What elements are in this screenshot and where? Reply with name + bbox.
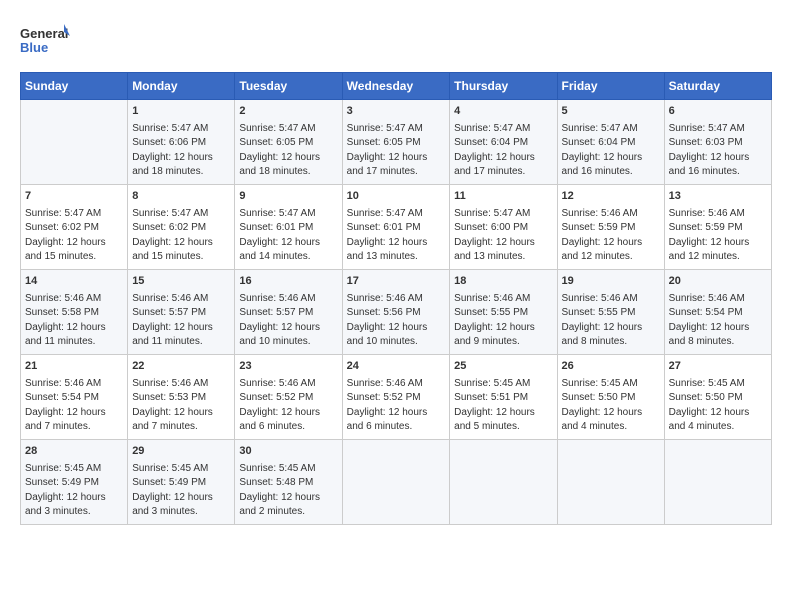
calendar-cell: 24Sunrise: 5:46 AMSunset: 5:52 PMDayligh…	[342, 354, 450, 439]
weekday-header-friday: Friday	[557, 73, 664, 100]
day-number: 11	[454, 189, 552, 205]
calendar-cell: 22Sunrise: 5:46 AMSunset: 5:53 PMDayligh…	[128, 354, 235, 439]
logo-svg: General Blue	[20, 20, 70, 62]
logo: General Blue	[20, 20, 70, 62]
calendar-cell: 14Sunrise: 5:46 AMSunset: 5:58 PMDayligh…	[21, 269, 128, 354]
day-number: 13	[669, 189, 767, 205]
day-number: 20	[669, 274, 767, 290]
weekday-header-thursday: Thursday	[450, 73, 557, 100]
day-number: 7	[25, 189, 123, 205]
day-number: 24	[347, 359, 446, 375]
calendar-cell: 9Sunrise: 5:47 AMSunset: 6:01 PMDaylight…	[235, 184, 342, 269]
day-number: 29	[132, 444, 230, 460]
day-number: 21	[25, 359, 123, 375]
calendar-cell: 28Sunrise: 5:45 AMSunset: 5:49 PMDayligh…	[21, 439, 128, 524]
calendar-cell: 30Sunrise: 5:45 AMSunset: 5:48 PMDayligh…	[235, 439, 342, 524]
svg-text:General: General	[20, 26, 68, 41]
calendar-cell	[342, 439, 450, 524]
day-number: 23	[239, 359, 337, 375]
weekday-header-tuesday: Tuesday	[235, 73, 342, 100]
calendar-cell: 18Sunrise: 5:46 AMSunset: 5:55 PMDayligh…	[450, 269, 557, 354]
calendar-cell: 15Sunrise: 5:46 AMSunset: 5:57 PMDayligh…	[128, 269, 235, 354]
day-number: 15	[132, 274, 230, 290]
calendar-cell	[450, 439, 557, 524]
day-number: 18	[454, 274, 552, 290]
calendar-cell: 16Sunrise: 5:46 AMSunset: 5:57 PMDayligh…	[235, 269, 342, 354]
day-number: 25	[454, 359, 552, 375]
calendar-cell: 20Sunrise: 5:46 AMSunset: 5:54 PMDayligh…	[664, 269, 771, 354]
weekday-header-wednesday: Wednesday	[342, 73, 450, 100]
calendar-cell: 21Sunrise: 5:46 AMSunset: 5:54 PMDayligh…	[21, 354, 128, 439]
calendar-cell: 13Sunrise: 5:46 AMSunset: 5:59 PMDayligh…	[664, 184, 771, 269]
day-number: 27	[669, 359, 767, 375]
calendar-cell: 5Sunrise: 5:47 AMSunset: 6:04 PMDaylight…	[557, 100, 664, 185]
day-number: 5	[562, 104, 660, 120]
calendar-cell: 26Sunrise: 5:45 AMSunset: 5:50 PMDayligh…	[557, 354, 664, 439]
day-number: 10	[347, 189, 446, 205]
day-number: 17	[347, 274, 446, 290]
calendar-cell: 29Sunrise: 5:45 AMSunset: 5:49 PMDayligh…	[128, 439, 235, 524]
day-number: 12	[562, 189, 660, 205]
day-number: 14	[25, 274, 123, 290]
calendar-cell	[664, 439, 771, 524]
day-number: 30	[239, 444, 337, 460]
calendar-cell: 8Sunrise: 5:47 AMSunset: 6:02 PMDaylight…	[128, 184, 235, 269]
page-header: General Blue	[20, 20, 772, 62]
calendar-cell: 7Sunrise: 5:47 AMSunset: 6:02 PMDaylight…	[21, 184, 128, 269]
calendar-cell: 19Sunrise: 5:46 AMSunset: 5:55 PMDayligh…	[557, 269, 664, 354]
calendar-cell: 1Sunrise: 5:47 AMSunset: 6:06 PMDaylight…	[128, 100, 235, 185]
day-number: 1	[132, 104, 230, 120]
calendar-cell: 3Sunrise: 5:47 AMSunset: 6:05 PMDaylight…	[342, 100, 450, 185]
calendar-cell: 25Sunrise: 5:45 AMSunset: 5:51 PMDayligh…	[450, 354, 557, 439]
svg-text:Blue: Blue	[20, 40, 48, 55]
day-number: 8	[132, 189, 230, 205]
day-number: 9	[239, 189, 337, 205]
calendar-cell: 10Sunrise: 5:47 AMSunset: 6:01 PMDayligh…	[342, 184, 450, 269]
weekday-header-sunday: Sunday	[21, 73, 128, 100]
day-number: 6	[669, 104, 767, 120]
calendar-cell: 2Sunrise: 5:47 AMSunset: 6:05 PMDaylight…	[235, 100, 342, 185]
day-number: 28	[25, 444, 123, 460]
calendar-cell: 17Sunrise: 5:46 AMSunset: 5:56 PMDayligh…	[342, 269, 450, 354]
calendar-cell	[21, 100, 128, 185]
day-number: 4	[454, 104, 552, 120]
day-number: 3	[347, 104, 446, 120]
day-number: 16	[239, 274, 337, 290]
calendar-cell: 11Sunrise: 5:47 AMSunset: 6:00 PMDayligh…	[450, 184, 557, 269]
weekday-header-monday: Monday	[128, 73, 235, 100]
calendar-table: SundayMondayTuesdayWednesdayThursdayFrid…	[20, 72, 772, 525]
weekday-header-saturday: Saturday	[664, 73, 771, 100]
day-number: 22	[132, 359, 230, 375]
day-number: 2	[239, 104, 337, 120]
calendar-cell: 6Sunrise: 5:47 AMSunset: 6:03 PMDaylight…	[664, 100, 771, 185]
calendar-cell	[557, 439, 664, 524]
calendar-cell: 23Sunrise: 5:46 AMSunset: 5:52 PMDayligh…	[235, 354, 342, 439]
day-number: 19	[562, 274, 660, 290]
calendar-cell: 12Sunrise: 5:46 AMSunset: 5:59 PMDayligh…	[557, 184, 664, 269]
calendar-cell: 27Sunrise: 5:45 AMSunset: 5:50 PMDayligh…	[664, 354, 771, 439]
calendar-cell: 4Sunrise: 5:47 AMSunset: 6:04 PMDaylight…	[450, 100, 557, 185]
day-number: 26	[562, 359, 660, 375]
